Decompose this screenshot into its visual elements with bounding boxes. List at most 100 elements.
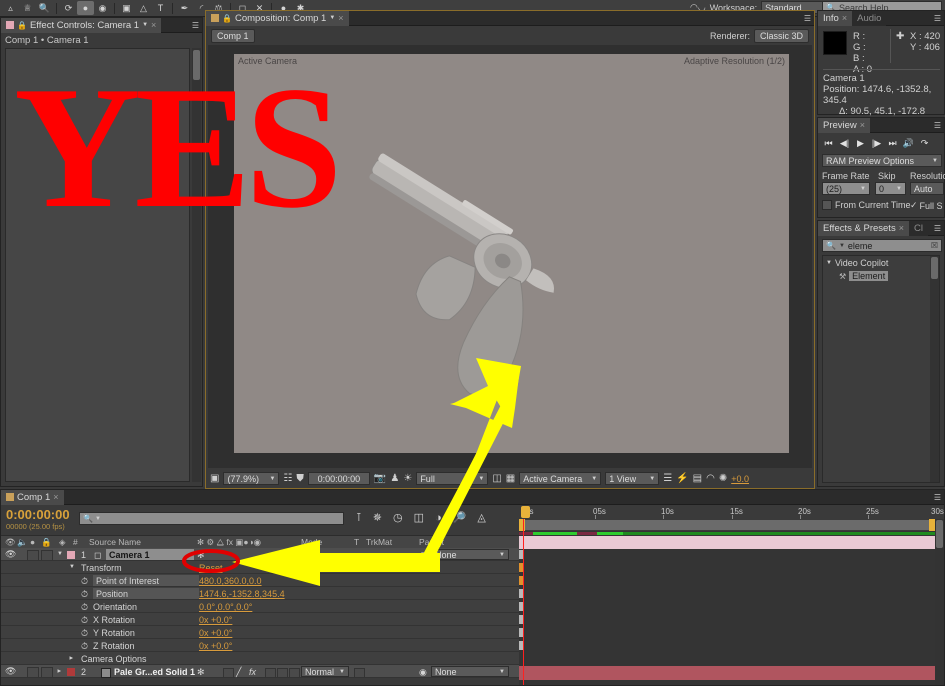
transport-controls[interactable]: ⏮ ◀| ▶ |▶ ⏭ 🔊 ↷ <box>821 136 932 150</box>
timeline-search-input[interactable]: 🔍 ▼ <box>79 512 344 525</box>
mode-header[interactable]: Mode <box>301 537 322 547</box>
timeline-icon[interactable]: ▤ <box>693 473 702 484</box>
parent-pickwhip-icon[interactable]: ◉ <box>419 550 427 561</box>
ram-preview-options-dropdown[interactable]: RAM Preview Options ▼ <box>822 154 942 167</box>
table-row[interactable]: ⏱ Point of Interest 480.0,360.0,0.0 <box>1 574 519 587</box>
preview-resolution-dropdown[interactable]: Auto <box>910 182 944 195</box>
video-toggle-icon[interactable]: 👁 <box>5 537 16 548</box>
fast-previews-icon[interactable]: ⚡ <box>676 473 688 484</box>
lock-toggle[interactable] <box>41 550 53 561</box>
tab-info[interactable]: Info × <box>818 10 853 26</box>
expand-layer-icon[interactable]: ▼ <box>57 551 63 557</box>
effects-group-video-copilot[interactable]: ▼ Video Copilot <box>823 256 939 270</box>
audio-icon[interactable]: 🔊 <box>901 136 916 150</box>
last-frame-icon[interactable]: ⏭ <box>885 136 900 150</box>
composition-bottom-toolbar[interactable]: ▣ (77.9%) ▼ ☷ ⛊ 0:00:00:00 📷 ♟ ☀ Full ▼ … <box>206 469 814 488</box>
switch-box[interactable] <box>223 668 234 678</box>
table-row[interactable]: ▼ Camera Options <box>1 652 519 665</box>
exposure-value[interactable]: +0.0 <box>731 474 749 484</box>
table-row[interactable]: ▼ Transform Reset <box>1 561 519 574</box>
composition-panel[interactable]: 🔒 Composition: Comp 1 ▼ × ☰ Comp 1 Rende… <box>205 10 815 489</box>
table-row[interactable]: 👁 ▼ 2 Pale Gr...ed Solid 1 ✻ ╱ fx Normal… <box>1 665 519 678</box>
property-value[interactable]: 1474.6,-1352.8,345.4 <box>199 589 285 599</box>
quality-icon[interactable]: ╱ <box>236 667 241 678</box>
zoom-tool-icon[interactable]: 🔍 <box>36 1 53 15</box>
effect-controls-list[interactable] <box>5 48 190 482</box>
info-panel[interactable]: Info × Audio ☰ R : G : B : A : 0 ✚ X : 4… <box>817 10 945 117</box>
parent-pickwhip-icon[interactable]: ◉ <box>419 667 427 678</box>
blend-mode-dropdown[interactable]: Normal ▼ <box>301 666 349 677</box>
region-icon[interactable]: ◫ <box>492 473 501 484</box>
stopwatch-icon[interactable]: ⏱ <box>81 576 88 587</box>
camera-view-dropdown[interactable]: Active Camera ▼ <box>519 472 602 485</box>
channels-icon[interactable]: ☀ <box>403 473 412 484</box>
transparency-grid-icon[interactable]: ▦ <box>506 473 515 484</box>
hide-shy-layers-icon[interactable]: ◷ <box>393 511 403 524</box>
region-of-interest-icon[interactable]: ⛊ <box>296 473 304 484</box>
timeline-ruler[interactable]: 0s 05s 10s 15s 20s 25s 30s <box>519 505 944 520</box>
tab-timeline-comp[interactable]: Comp 1 × <box>1 489 64 505</box>
switch-box[interactable] <box>277 668 288 678</box>
effects-list[interactable]: ▼ Video Copilot ⚒ Element <box>822 255 940 483</box>
solo-toggle[interactable] <box>27 550 39 561</box>
pen-tool-icon[interactable]: ✒ <box>176 1 193 15</box>
stopwatch-icon[interactable]: ⏱ <box>81 615 88 626</box>
lock-icon[interactable]: 🔒 <box>222 14 232 23</box>
timecode-display[interactable]: 0:00:00:00 <box>307 472 370 485</box>
tab-effects-presets[interactable]: Effects & Presets × <box>818 220 909 236</box>
video-toggle-icon[interactable]: 👁 <box>5 666 16 677</box>
tab-composition[interactable]: 🔒 Composition: Comp 1 ▼ × <box>206 10 349 26</box>
timeline-scrollbar[interactable] <box>935 519 944 685</box>
effects-item-element[interactable]: ⚒ Element <box>823 270 939 282</box>
full-screen-checkbox[interactable]: ✓ Full S <box>910 200 943 211</box>
prev-frame-icon[interactable]: ◀| <box>837 136 852 150</box>
table-row[interactable]: 👁 ▼ 1 ◻ Camera 1 ✻ ◉ None ▼ <box>1 548 519 561</box>
layer-label-color[interactable] <box>67 668 75 676</box>
timeline-panel[interactable]: Comp 1 × ☰ 0:00:00:00 00000 (25.00 fps) … <box>0 489 945 686</box>
resolution-dropdown[interactable]: Full ▼ <box>416 472 489 485</box>
work-area-bar[interactable] <box>519 519 935 531</box>
stopwatch-icon[interactable]: ⏱ <box>81 589 88 600</box>
lock-icon[interactable]: 🔒 <box>17 21 27 30</box>
layer-switches[interactable]: ✻ <box>197 550 205 561</box>
table-row[interactable]: ⏱ X Rotation 0x +0.0° <box>1 613 519 626</box>
loop-icon[interactable]: ↷ <box>917 136 932 150</box>
effect-controls-panel[interactable]: 🔒 Effect Controls: Camera 1 ▼ × ☰ Comp 1… <box>0 17 203 487</box>
draft-3d-icon[interactable]: ✵ <box>373 511 382 524</box>
layer-name[interactable]: Pale Gr...ed Solid 1 <box>114 667 195 677</box>
clear-search-icon[interactable]: ☒ <box>931 241 938 250</box>
playhead[interactable] <box>523 519 524 685</box>
close-icon[interactable]: × <box>842 13 847 23</box>
table-row[interactable]: ⏱ Z Rotation 0x +0.0° <box>1 639 519 652</box>
info-tabbar[interactable]: Info × Audio ☰ <box>818 10 944 26</box>
property-value[interactable]: 480.0,360.0,0.0 <box>199 576 262 586</box>
trkmat-box[interactable] <box>354 668 365 678</box>
chevron-down-icon[interactable]: ▼ <box>329 15 335 21</box>
zoom-dropdown[interactable]: (77.9%) ▼ <box>223 472 280 485</box>
tab-effect-controls[interactable]: 🔒 Effect Controls: Camera 1 ▼ × <box>1 17 162 33</box>
expand-camera-options-icon[interactable]: ▼ <box>69 655 75 661</box>
play-icon[interactable]: ▶ <box>853 136 868 150</box>
skip-dropdown[interactable]: 0 ▼ <box>875 182 906 195</box>
switch-box[interactable] <box>265 668 276 678</box>
trkmat-header[interactable]: TrkMat <box>366 537 392 547</box>
timeline-current-time[interactable]: 0:00:00:00 00000 (25.00 fps) <box>6 507 70 531</box>
flowchart-icon[interactable]: ◠ <box>706 473 715 484</box>
scrollbar-thumb[interactable] <box>931 257 938 279</box>
property-value[interactable]: 0.0°,0.0°,0.0° <box>199 602 252 612</box>
effects-list-scrollbar[interactable] <box>930 256 939 482</box>
frame-blending-icon[interactable]: ◫ <box>414 511 424 524</box>
timeline-grid[interactable] <box>519 519 944 685</box>
parent-dropdown[interactable]: None ▼ <box>431 666 509 677</box>
panel-menu-icon[interactable]: ☰ <box>930 121 944 130</box>
comp-name-button[interactable]: Comp 1 <box>211 28 255 43</box>
scrollbar-thumb[interactable] <box>193 50 200 80</box>
motion-blur-icon[interactable]: ◑ <box>435 512 442 524</box>
chevron-down-icon[interactable]: ▼ <box>839 243 845 249</box>
graph-editor-icon[interactable]: ◬ <box>477 511 485 524</box>
lock-toggle[interactable] <box>41 667 53 678</box>
stopwatch-icon[interactable]: ⏱ <box>81 628 88 639</box>
preview-tabbar[interactable]: Preview × ☰ <box>818 117 944 133</box>
tab-character[interactable]: Cl <box>908 220 928 236</box>
t-header[interactable]: T <box>354 537 359 547</box>
